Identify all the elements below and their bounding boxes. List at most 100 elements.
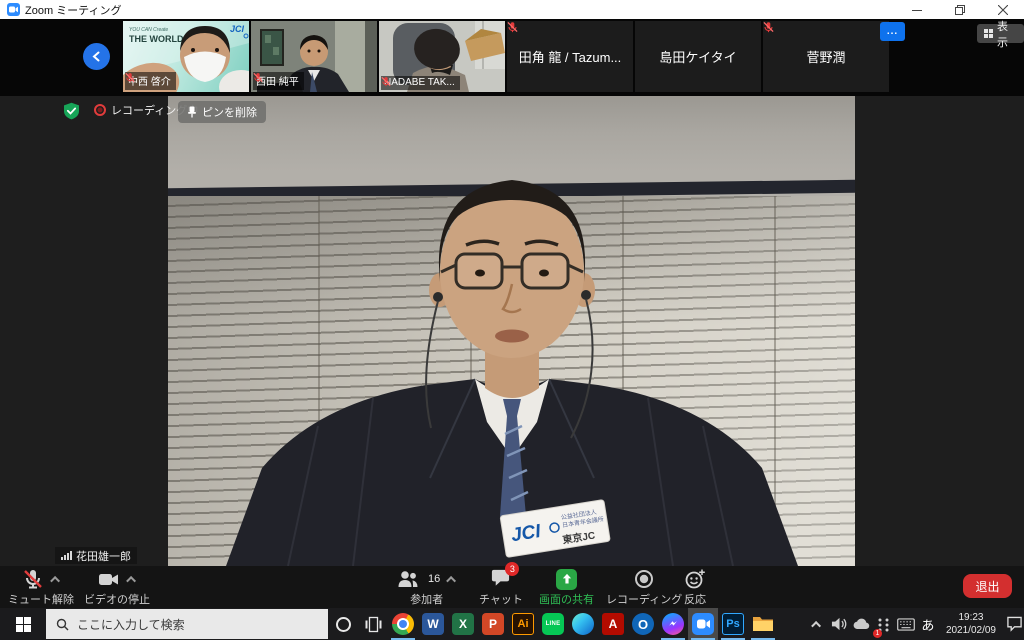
taskbar-app-chrome[interactable] — [388, 608, 418, 640]
participants-button[interactable]: 16 参加者 — [397, 569, 456, 607]
windows-logo-icon — [16, 617, 31, 632]
participant-name-label: 中西 啓介 — [125, 72, 176, 90]
edge-icon — [572, 613, 594, 635]
tray-show-hidden-button[interactable] — [808, 608, 828, 640]
participant-tile[interactable]: NADABE TAK... — [379, 21, 505, 92]
minimize-button[interactable] — [895, 0, 938, 19]
muted-mic-icon — [507, 21, 518, 33]
taskbar-app-excel[interactable]: X — [448, 608, 478, 640]
participant-tile[interactable]: 島田ケイタイ — [635, 21, 761, 92]
security-shield-icon[interactable] — [63, 102, 80, 120]
tray-app-button[interactable]: 1 — [874, 608, 894, 640]
speaker-person: JCI 公益社団法人 日本青年会議所 東京JC — [168, 96, 855, 566]
camera-icon — [98, 568, 120, 590]
speaker-icon — [831, 616, 848, 632]
taskbar-app-outlook[interactable]: O — [628, 608, 658, 640]
tray-notification-badge: 1 — [873, 629, 882, 638]
share-screen-button[interactable]: 画面の共有 — [539, 569, 594, 607]
taskbar-app-word[interactable]: W — [418, 608, 448, 640]
participants-icon — [397, 568, 419, 590]
taskbar-app-messenger[interactable] — [658, 608, 688, 640]
unmute-button[interactable]: ミュート解除 — [8, 569, 74, 607]
speaker-name-label: 花田雄一郎 — [55, 547, 137, 564]
mic-options-chevron[interactable] — [50, 575, 60, 585]
pin-icon — [187, 106, 197, 118]
excel-icon: X — [452, 613, 474, 635]
participant-name-label: 田角 龍 / Tazum... — [519, 47, 622, 66]
muted-mic-icon — [763, 21, 774, 33]
main-stage: JCI 公益社団法人 日本青年会議所 東京JC レコーディング中 — [0, 96, 1024, 566]
outlook-icon: O — [632, 613, 654, 635]
photoshop-icon: Ps — [722, 613, 744, 635]
search-icon — [56, 618, 69, 631]
leave-meeting-button[interactable]: 退出 — [963, 574, 1012, 598]
remove-pin-button[interactable]: ピンを削除 — [178, 101, 266, 123]
participant-tile[interactable]: 田角 龍 / Tazum... — [507, 21, 633, 92]
tray-touch-keyboard-button[interactable] — [896, 608, 916, 640]
participants-options-chevron[interactable] — [446, 575, 456, 585]
recording-button[interactable]: レコーディング — [606, 569, 682, 607]
window-title: Zoom ミーティング — [25, 2, 122, 18]
onedrive-cloud-icon — [853, 618, 870, 630]
recording-dot-icon[interactable] — [94, 104, 106, 116]
chrome-icon — [392, 613, 414, 635]
close-button[interactable] — [981, 0, 1024, 19]
taskbar-app-edge[interactable] — [568, 608, 598, 640]
start-button[interactable] — [0, 608, 46, 640]
muted-mic-icon — [22, 568, 44, 590]
participant-tile[interactable]: 菅野潤 — [763, 21, 889, 92]
windows-taskbar: ここに入力して検索 W X P Ai LINE A O — [0, 608, 1024, 640]
cortana-button[interactable] — [328, 608, 358, 640]
taskbar-app-explorer[interactable] — [748, 608, 778, 640]
keyboard-icon — [897, 618, 915, 631]
chat-button[interactable]: 3 チャット — [479, 569, 523, 607]
chat-unread-badge: 3 — [505, 562, 519, 576]
record-icon — [633, 568, 655, 590]
taskbar-app-illustrator[interactable]: Ai — [508, 608, 538, 640]
muted-mic-icon — [253, 72, 263, 83]
clock-date: 2021/02/09 — [946, 624, 996, 637]
view-button[interactable]: 表示 — [977, 24, 1024, 43]
illustrator-icon: Ai — [512, 613, 534, 635]
taskbar-app-zoom[interactable] — [688, 608, 718, 640]
tile-art-main-text: THE WORLD — [129, 34, 184, 44]
taskbar-app-acrobat[interactable]: A — [598, 608, 628, 640]
participants-filmstrip: YOU CAN Create THE WORLD JCI 中西 啓介 — [0, 19, 1024, 96]
taskbar-app-line[interactable]: LINE — [538, 608, 568, 640]
task-view-icon — [365, 616, 382, 633]
reactions-smiley-icon — [684, 568, 706, 590]
participant-name-label: NADABE TAK... — [381, 76, 460, 90]
action-center-icon — [1006, 616, 1023, 632]
participant-more-button[interactable]: ... — [880, 22, 905, 41]
participants-count: 16 — [428, 573, 440, 585]
task-view-button[interactable] — [358, 608, 388, 640]
clock-time: 19:23 — [946, 611, 996, 624]
meeting-toolbar: ミュート解除 ビデオの停止 16 — [0, 566, 1024, 608]
stop-video-button[interactable]: ビデオの停止 — [84, 569, 150, 607]
taskbar-search-input[interactable]: ここに入力して検索 — [46, 609, 328, 639]
scroll-left-button[interactable] — [83, 43, 110, 70]
share-screen-icon — [556, 569, 577, 590]
reactions-button[interactable]: 反応 — [684, 569, 706, 607]
participant-tile[interactable]: YOU CAN Create THE WORLD JCI 中西 啓介 — [123, 21, 249, 92]
action-center-button[interactable] — [1004, 608, 1024, 640]
pinned-video[interactable]: JCI 公益社団法人 日本青年会議所 東京JC — [168, 96, 855, 566]
ime-mode-button[interactable]: あ — [918, 608, 938, 640]
participant-tile[interactable]: 西田 純平 — [251, 21, 377, 92]
tray-onedrive-button[interactable] — [852, 608, 872, 640]
muted-mic-icon — [125, 72, 135, 83]
taskbar-clock[interactable]: 19:23 2021/02/09 — [940, 611, 1002, 637]
cortana-icon — [336, 617, 351, 632]
line-icon: LINE — [542, 613, 564, 635]
chevron-up-icon — [812, 620, 822, 630]
restore-button[interactable] — [938, 0, 981, 19]
taskbar-app-photoshop[interactable]: Ps — [718, 608, 748, 640]
window-titlebar: Zoom ミーティング — [0, 0, 1024, 19]
participant-name-label: 島田ケイタイ — [659, 47, 736, 66]
tray-volume-button[interactable] — [830, 608, 850, 640]
video-options-chevron[interactable] — [126, 575, 136, 585]
taskbar-app-powerpoint[interactable]: P — [478, 608, 508, 640]
muted-mic-icon — [381, 76, 391, 87]
messenger-icon — [662, 613, 684, 635]
zoom-meeting-window: Zoom ミーティング YOU CAN Create THE WORLD JCI — [0, 0, 1024, 640]
